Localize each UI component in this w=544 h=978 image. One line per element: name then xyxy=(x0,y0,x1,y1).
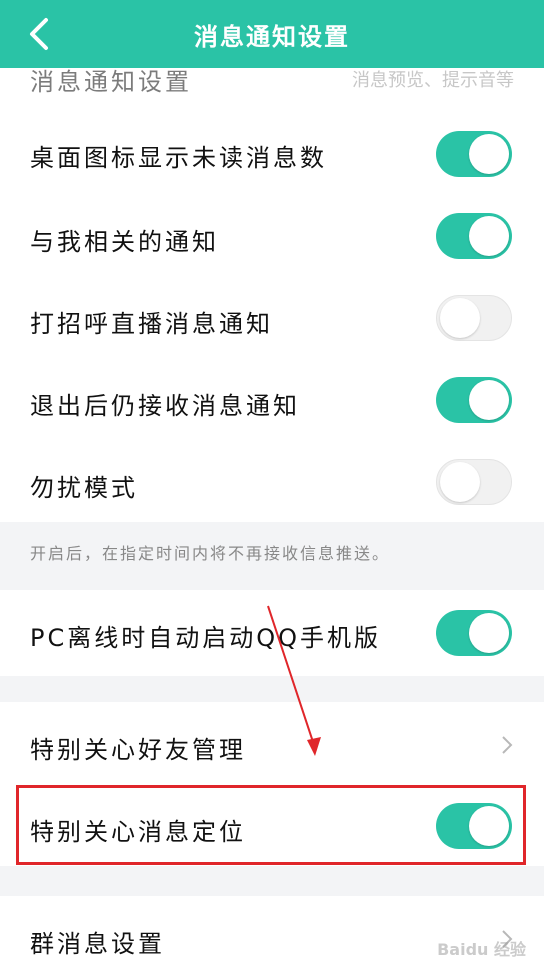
message-notification-row[interactable]: 消息通知设置 消息预览、提示音等 xyxy=(0,68,544,110)
watermark-logo: Baidu 经验 xyxy=(437,940,526,959)
do-not-disturb-toggle[interactable] xyxy=(436,459,512,505)
toggle-knob xyxy=(469,380,509,420)
row-label: 消息通知设置 xyxy=(30,68,192,96)
setting-row-unread-badge: 桌面图标显示未读消息数 xyxy=(0,110,544,194)
setting-row-pc-offline: PC离线时自动启动QQ手机版 xyxy=(0,590,544,676)
setting-row-related-notice: 与我相关的通知 xyxy=(0,194,544,276)
top-bar: 消息通知设置 xyxy=(0,0,544,68)
setting-label: 桌面图标显示未读消息数 xyxy=(30,144,327,172)
toggle-knob xyxy=(440,462,480,502)
special-care-friends-row[interactable]: 特别关心好友管理 xyxy=(0,702,544,784)
highlight-box xyxy=(16,785,526,865)
toggle-knob xyxy=(469,134,509,174)
toggle-knob xyxy=(440,298,480,338)
toggle-knob xyxy=(469,613,509,653)
setting-row-do-not-disturb: 勿扰模式 xyxy=(0,440,544,522)
dnd-note: 开启后，在指定时间内将不再接收信息推送。 xyxy=(30,544,391,563)
setting-label: 特别关心好友管理 xyxy=(30,736,246,764)
toggle-knob xyxy=(469,216,509,256)
setting-label: PC离线时自动启动QQ手机版 xyxy=(30,624,382,652)
setting-label: 勿扰模式 xyxy=(30,474,138,502)
setting-label: 打招呼直播消息通知 xyxy=(30,310,273,338)
setting-label: 群消息设置 xyxy=(30,930,165,958)
setting-row-receive-after-exit: 退出后仍接收消息通知 xyxy=(0,358,544,440)
unread-badge-toggle[interactable] xyxy=(436,131,512,177)
receive-after-exit-toggle[interactable] xyxy=(436,377,512,423)
pc-offline-toggle[interactable] xyxy=(436,610,512,656)
chevron-right-icon xyxy=(502,736,513,754)
setting-row-greeting-live: 打招呼直播消息通知 xyxy=(0,276,544,358)
setting-label: 退出后仍接收消息通知 xyxy=(30,392,300,420)
page-title: 消息通知设置 xyxy=(194,23,350,51)
row-value: 消息预览、提示音等 xyxy=(352,70,514,91)
setting-label: 与我相关的通知 xyxy=(30,228,219,256)
related-notice-toggle[interactable] xyxy=(436,213,512,259)
greeting-live-toggle[interactable] xyxy=(436,295,512,341)
